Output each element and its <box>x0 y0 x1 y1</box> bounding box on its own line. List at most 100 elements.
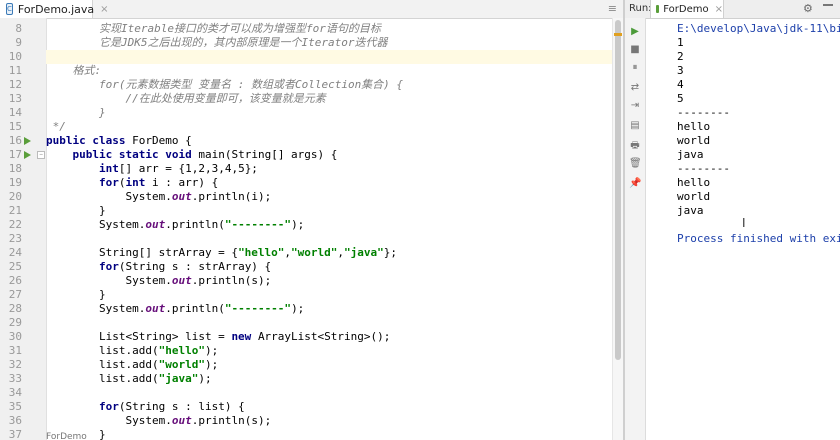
warning-stripe-marker[interactable] <box>614 33 622 36</box>
line-number-gutter[interactable]: 8 9 10 11 12 13 14 15 16 17−18 19 20 21 22 23 24 25 26 27 2… <box>0 18 47 440</box>
code-line[interactable]: 实现Iterable接口的类才可以成为增强型for语句的目标 <box>46 22 612 36</box>
code-editor[interactable]: C ForDemo.java × ≡ 8 9 10 11 12 13 14 15 16 17 − 18… <box>0 0 623 440</box>
stop-icon[interactable]: ■ <box>629 44 641 56</box>
code-line[interactable]: System.out.println(i); <box>46 190 612 204</box>
console-line: E:\develop\Java\jdk-11\bin\java.exe <box>677 22 840 35</box>
code-token: list.add( <box>46 344 159 357</box>
code-token: } <box>46 288 106 301</box>
code-line[interactable]: list.add("world"); <box>46 358 612 372</box>
code-line[interactable]: System.out.println("--------"); <box>46 218 612 232</box>
code-line[interactable]: } <box>46 288 612 302</box>
line-number: 21 <box>8 204 22 217</box>
scrollbar-thumb[interactable] <box>615 20 621 360</box>
line-number: 32 <box>8 358 22 371</box>
console-line: hello <box>677 176 711 189</box>
code-line[interactable]: 它是JDK5之后出现的，其内部原理是一个Iterator迭代器 <box>46 36 612 50</box>
close-icon[interactable]: × <box>100 4 108 15</box>
code-token: .println( <box>165 218 225 231</box>
console-line: Process finished with exit code 0 <box>677 232 840 245</box>
line-number: 9 <box>15 36 22 49</box>
code-line[interactable]: //在此处使用变量即可，该变量就是元素 <box>46 92 612 106</box>
code-line[interactable] <box>46 316 612 330</box>
layout-icon[interactable]: ▤ <box>629 120 641 132</box>
code-token: "world" <box>158 358 205 371</box>
code-line[interactable]: int[] arr = {1,2,3,4,5}; <box>46 162 612 176</box>
code-line[interactable] <box>46 232 612 246</box>
run-gutter-icon[interactable] <box>24 137 31 145</box>
code-line[interactable]: public class ForDemo { <box>46 134 612 148</box>
tab-fordemo-java[interactable]: C ForDemo.java × <box>0 0 109 18</box>
line-number: 14 <box>8 106 22 119</box>
line-number: 36 <box>8 414 22 427</box>
console-line: 1 <box>677 36 684 49</box>
code-line[interactable]: } <box>46 204 612 218</box>
console-line: java <box>677 148 704 161</box>
code-line[interactable]: System.out.println("--------"); <box>46 302 612 316</box>
tabs-overflow-icon[interactable]: ≡ <box>608 2 617 15</box>
console-line: world <box>677 134 711 147</box>
code-line[interactable] <box>46 386 612 400</box>
line-number: 29 <box>8 316 22 329</box>
code-token: ); <box>204 344 219 357</box>
code-token: for(元素数据类型 变量名 : 数组或者Collection集合) { <box>46 78 404 91</box>
code-token: new <box>231 330 258 343</box>
code-token: ArrayList<String>(); <box>257 330 391 343</box>
pause-icon[interactable]: ⏸ <box>629 62 641 74</box>
code-token: list.add( <box>46 372 159 385</box>
line-number: 27 <box>8 288 22 301</box>
console-line: 3 <box>677 64 684 77</box>
code-token: } <box>46 204 106 217</box>
code-line[interactable]: list.add("hello"); <box>46 344 612 358</box>
run-title: Run: <box>629 3 652 14</box>
code-line[interactable]: for(String s : strArray) { <box>46 260 612 274</box>
code-token: public class <box>46 134 133 147</box>
code-line[interactable]: for(int i : arr) { <box>46 176 612 190</box>
code-token: ); <box>291 218 305 231</box>
code-line[interactable]: for(元素数据类型 变量名 : 数组或者Collection集合) { <box>46 78 612 92</box>
console-line: 2 <box>677 50 684 63</box>
run-gutter-icon[interactable] <box>24 151 31 159</box>
pin-icon[interactable]: 📌 <box>629 178 641 190</box>
line-number: 34 <box>8 386 22 399</box>
line-number: 17 <box>8 148 22 161</box>
code-line[interactable]: String[] strArray = {"hello","world","ja… <box>46 246 612 260</box>
code-line[interactable]: } <box>46 428 612 440</box>
code-token: List<String> list = <box>46 330 232 343</box>
run-header: Run: ForDemo × ⚙ <box>625 0 840 19</box>
code-line[interactable]: System.out.println(s); <box>46 274 612 288</box>
editor-scrollbar[interactable] <box>612 18 623 440</box>
code-line[interactable]: for(String s : list) { <box>46 400 612 414</box>
run-tab-fordemo[interactable]: ForDemo × <box>650 0 724 18</box>
code-line[interactable] <box>46 50 612 64</box>
code-token: public static void <box>72 148 199 161</box>
breadcrumb[interactable]: ForDemo <box>46 432 87 440</box>
code-token: .println(s); <box>191 274 272 287</box>
trash-icon[interactable]: 🗑 <box>629 158 642 170</box>
code-line[interactable]: List<String> list = new ArrayList<String… <box>46 330 612 344</box>
fold-icon[interactable]: − <box>37 151 45 159</box>
rerun-icon[interactable]: ▶ <box>629 26 641 38</box>
code-token: out <box>145 218 166 231</box>
line-number: 20 <box>8 190 22 203</box>
restore-layout-icon[interactable]: ⇄ <box>629 82 641 94</box>
code-line[interactable]: */ <box>46 120 612 134</box>
code-line[interactable]: 格式: <box>46 64 612 78</box>
console-line: 5 <box>677 92 684 105</box>
line-number: 22 <box>8 218 22 231</box>
code-area[interactable]: 实现Iterable接口的类才可以成为增强型for语句的目标 它是JDK5之后出… <box>46 18 612 440</box>
line-number: 15 <box>8 120 22 133</box>
console-line: 4 <box>677 78 684 91</box>
console-output[interactable]: I E:\develop\Java\jdk-11\bin\java.exe123… <box>649 18 840 440</box>
scroll-to-end-icon[interactable]: ⇥ <box>629 100 641 112</box>
line-number: 23 <box>8 232 22 245</box>
close-icon[interactable]: × <box>715 4 723 15</box>
code-token: 实现Iterable接口的类才可以成为增强型for语句的目标 <box>46 22 381 35</box>
code-line[interactable]: System.out.println(s); <box>46 414 612 428</box>
code-line[interactable]: public static void main(String[] args) { <box>46 148 612 162</box>
code-line[interactable]: } <box>46 106 612 120</box>
code-token: .println(i); <box>191 190 272 203</box>
hide-icon[interactable] <box>823 4 833 6</box>
gear-icon[interactable]: ⚙ <box>803 2 813 15</box>
code-line[interactable]: list.add("java"); <box>46 372 612 386</box>
print-icon[interactable]: 🖶 <box>629 140 641 152</box>
